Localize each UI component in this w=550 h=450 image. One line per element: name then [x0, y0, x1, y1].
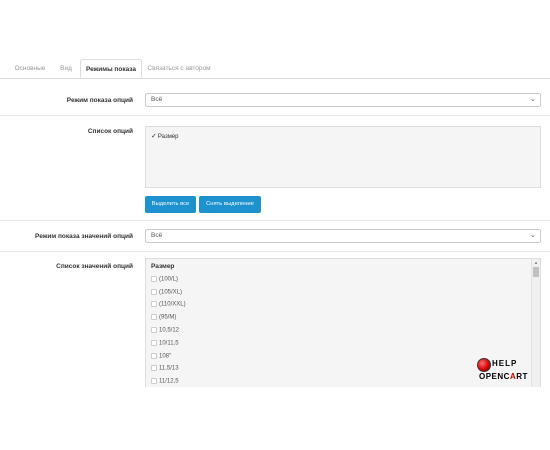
checkbox[interactable] [151, 327, 157, 333]
option-mode-label: Режим показа опций [66, 97, 133, 104]
value-item[interactable]: (105/XL) [151, 289, 182, 296]
checkbox[interactable] [151, 314, 157, 320]
value-mode-value: Всё [151, 232, 163, 239]
value-item-label: (110/XXL) [159, 301, 186, 308]
value-item-label: 10,5/12 [159, 327, 180, 334]
scrollbar-thumb[interactable] [533, 267, 539, 277]
value-item[interactable]: 108" [151, 353, 171, 360]
value-item[interactable]: (110/XXL) [151, 301, 186, 308]
checkbox[interactable] [151, 276, 157, 282]
tab-bar: Основные Вид Режимы показа Связаться с а… [0, 59, 550, 79]
option-list-label: Список опций [87, 128, 133, 135]
value-item-label: 11/12,5 [159, 378, 179, 385]
checkbox[interactable] [151, 289, 157, 295]
module-settings-panel: Основные Вид Режимы показа Связаться с а… [0, 55, 550, 387]
checkbox[interactable] [151, 340, 157, 346]
option-list-box[interactable]: ✓Размер [145, 126, 541, 188]
value-mode-select[interactable]: Всё ⌄ [145, 229, 541, 243]
checkbox[interactable] [151, 301, 157, 307]
value-item[interactable]: (95/M) [151, 314, 176, 321]
tab-display-modes[interactable]: Режимы показа [80, 59, 142, 78]
value-item-label: 11,5/13 [159, 365, 179, 372]
logo-help-text: HELP [492, 359, 518, 368]
value-item[interactable]: (100/L) [151, 276, 178, 283]
checkbox[interactable] [151, 378, 157, 384]
help-opencart-logo: HELP OPENCART [477, 357, 545, 383]
divider [0, 115, 550, 116]
logo-opencart-text: OPENCART [479, 372, 528, 381]
value-item[interactable]: 10,5/12 [151, 327, 179, 334]
tab-contact-author[interactable]: Связаться с автором [145, 59, 213, 78]
divider [0, 220, 550, 221]
chevron-down-icon: ⌄ [530, 232, 536, 239]
select-all-button[interactable]: Выделить все [145, 196, 196, 213]
value-item-label: 10/11,5 [159, 340, 179, 347]
value-item[interactable]: 11/12,5 [151, 378, 179, 385]
value-item-label: (95/M) [159, 314, 177, 321]
value-group-header: Размер [151, 263, 175, 270]
value-item[interactable]: 11,5/13 [151, 365, 179, 372]
chevron-down-icon: ⌄ [530, 96, 536, 103]
option-item-size[interactable]: ✓Размер [151, 132, 179, 140]
scroll-up-icon[interactable]: ▲ [532, 260, 540, 266]
divider [0, 251, 550, 252]
checkmark-icon: ✓ [151, 133, 157, 140]
option-item-label: Размер [157, 134, 179, 140]
logo-ball-icon [477, 358, 491, 372]
checkbox[interactable] [151, 365, 157, 371]
deselect-button[interactable]: Снять выделение [199, 196, 261, 213]
value-item-label: (105/XL) [159, 289, 183, 296]
checkbox[interactable] [151, 353, 157, 359]
tab-view[interactable]: Вид [55, 59, 77, 78]
value-mode-label: Режим показа значений опций [35, 233, 133, 240]
value-item[interactable]: 10/11,5 [151, 340, 179, 347]
value-list-label: Список значений опций [56, 263, 133, 270]
option-mode-select[interactable]: Всё ⌄ [145, 93, 541, 107]
value-item-label: (100/L) [159, 276, 179, 283]
value-item-label: 108" [159, 353, 172, 360]
option-mode-value: Всё [151, 96, 163, 103]
tab-general[interactable]: Основные [8, 59, 52, 78]
